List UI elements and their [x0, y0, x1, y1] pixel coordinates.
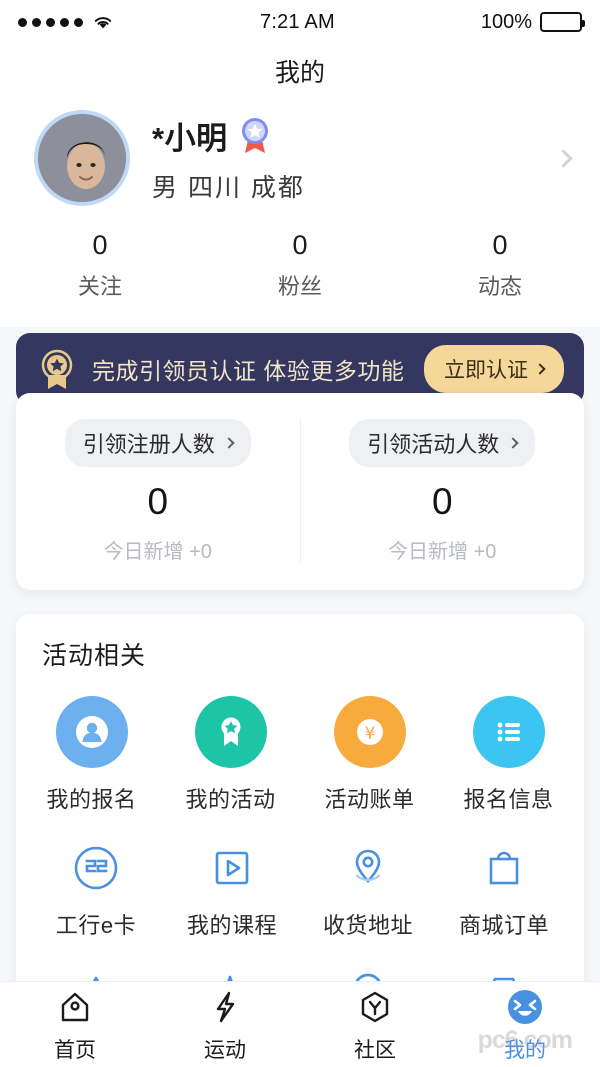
outline-item-label: 工行e卡 — [55, 913, 137, 938]
profile-counters: 0 关注 0 粉丝 0 动态 — [0, 222, 600, 327]
tab-label: 首页 — [54, 1038, 96, 1062]
lead-registrations-label: 引领注册人数 — [82, 432, 215, 457]
grid-item-registration-info[interactable]: 报名信息 — [439, 678, 578, 814]
certify-now-button[interactable]: 立即认证 — [424, 345, 564, 393]
bottom-tab-bar: 首页 运动 社区 我的 — [0, 981, 600, 1067]
battery-full-icon — [540, 12, 585, 32]
lead-stats-card: 引领注册人数 0 今日新增 +0 引领活动人数 0 今日新增 +0 — [16, 393, 584, 590]
outline-item-icbc-ecard[interactable]: 工行e卡 — [28, 840, 164, 940]
battery-percent-label: 100% — [480, 10, 532, 33]
grid-item-my-activity[interactable]: 我的活动 — [161, 678, 300, 814]
outline-item-mall-orders[interactable]: 商城订单 — [436, 840, 572, 940]
outline-item-label: 收货地址 — [322, 913, 413, 938]
grid-item-label: 我的报名 — [46, 787, 137, 812]
counter-moments[interactable]: 0 动态 — [400, 230, 600, 301]
counter-label: 动态 — [477, 274, 522, 299]
lead-activities-label: 引领活动人数 — [367, 432, 500, 457]
yuan-coin-icon: ¥ — [333, 696, 406, 768]
smiley-face-icon — [504, 986, 546, 1028]
lead-registrations-value: 0 — [147, 481, 169, 522]
shopping-bag-icon — [476, 840, 532, 896]
status-bar-right: 100% — [480, 10, 585, 34]
hexagon-y-icon — [354, 986, 396, 1028]
counter-label: 关注 — [77, 274, 122, 299]
status-bar: 7:21 AM 100% — [0, 0, 600, 44]
activity-grid: 我的报名 我的活动 ¥ 活动账单 报名信息 — [22, 678, 578, 814]
tab-label: 我的 — [504, 1038, 546, 1062]
nav-bar: 我的 — [0, 44, 600, 98]
avatar[interactable] — [34, 110, 130, 206]
counter-value: 0 — [292, 230, 308, 260]
signal-dots-icon — [18, 17, 83, 27]
certification-text: 完成引领员认证 体验更多功能 — [92, 358, 405, 384]
counter-label: 粉丝 — [277, 274, 322, 299]
activity-section-title: 活动相关 — [42, 642, 147, 670]
lead-activities-today: 今日新增 +0 — [388, 541, 497, 563]
page-title: 我的 — [274, 59, 325, 87]
profile-meta: 男 四川 成都 — [152, 173, 305, 202]
grid-item-label: 我的活动 — [185, 787, 276, 812]
certify-now-label: 立即认证 — [444, 359, 528, 382]
svg-text:¥: ¥ — [364, 724, 375, 744]
tab-label: 运动 — [204, 1038, 246, 1062]
lightning-icon — [204, 986, 246, 1028]
lead-registrations-pill[interactable]: 引领注册人数 — [64, 419, 251, 467]
play-box-icon — [204, 840, 260, 896]
grid-item-label: 活动账单 — [324, 787, 415, 812]
tab-mine[interactable]: 我的 — [450, 986, 600, 1064]
status-bar-left — [18, 14, 114, 30]
grid-item-activity-bill[interactable]: ¥ 活动账单 — [300, 678, 439, 814]
chevron-right-icon[interactable] — [554, 148, 573, 168]
wifi-icon — [92, 14, 114, 30]
tab-sport[interactable]: 运动 — [150, 986, 300, 1064]
lead-stat-activities[interactable]: 引领活动人数 0 今日新增 +0 — [299, 419, 585, 564]
outline-item-shipping-address[interactable]: 收货地址 — [300, 840, 436, 940]
lead-registrations-today: 今日新增 +0 — [103, 541, 212, 563]
lead-stat-registrations[interactable]: 引领注册人数 0 今日新增 +0 — [16, 419, 300, 564]
counter-value: 0 — [492, 230, 508, 260]
icbc-ecard-icon — [68, 840, 124, 896]
tab-label: 社区 — [354, 1038, 396, 1062]
activity-section-card: 活动相关 我的报名 我的活动 ¥ 活动账单 报名信息 工行e卡 我的课程 收货地… — [16, 614, 584, 1012]
outline-item-label: 商城订单 — [458, 913, 549, 938]
profile-name: *小明 — [152, 120, 228, 156]
profile-info: *小明 男 四川 成都 — [152, 113, 557, 204]
lead-activities-pill[interactable]: 引领活动人数 — [349, 419, 536, 467]
tab-home[interactable]: 首页 — [0, 986, 150, 1064]
chevron-right-icon — [223, 437, 235, 449]
profile-name-row: *小明 — [152, 113, 557, 158]
grid-item-label: 报名信息 — [463, 787, 554, 812]
profile-row[interactable]: *小明 男 四川 成都 — [0, 98, 600, 222]
status-bar-clock: 7:21 AM — [260, 10, 335, 33]
medal-star-icon — [194, 696, 267, 768]
chevron-right-icon — [534, 363, 546, 375]
user-circle-icon — [55, 696, 128, 768]
chevron-right-icon — [507, 437, 519, 449]
location-pin-icon — [340, 840, 396, 896]
home-icon — [54, 986, 96, 1028]
counter-followers[interactable]: 0 粉丝 — [200, 230, 400, 301]
list-lines-icon — [472, 696, 545, 768]
grid-item-my-registration[interactable]: 我的报名 — [22, 678, 161, 814]
medal-badge-icon — [238, 116, 272, 154]
outline-item-my-courses[interactable]: 我的课程 — [164, 840, 300, 940]
app-screen: 7:21 AM 100% 我的 *小明 男 四川 成都 0 关注 0 粉丝 0 … — [0, 0, 600, 1067]
lead-activities-value: 0 — [431, 481, 453, 522]
counter-value: 0 — [92, 230, 108, 260]
tab-community[interactable]: 社区 — [300, 986, 450, 1064]
gold-medal-icon — [36, 347, 78, 391]
outline-icon-row: 工行e卡 我的课程 收货地址 商城订单 — [28, 840, 572, 940]
counter-following[interactable]: 0 关注 — [0, 230, 200, 301]
outline-item-label: 我的课程 — [186, 913, 277, 938]
